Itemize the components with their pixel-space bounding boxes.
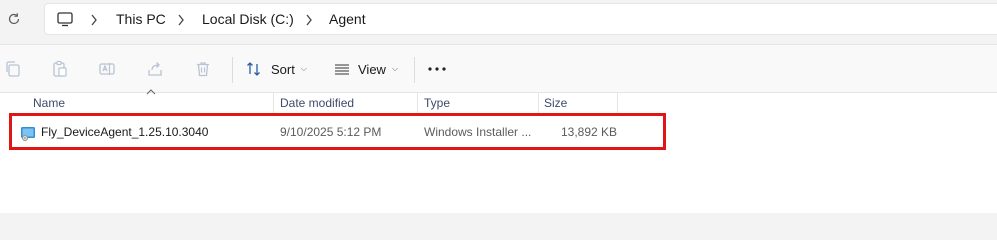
command-bar: Sort ⌵ View ⌵ [0, 44, 997, 93]
column-divider[interactable] [538, 93, 539, 115]
share-icon[interactable] [146, 60, 164, 78]
file-size: 13,892 KB [561, 125, 618, 139]
column-date-modified[interactable]: Date modified [280, 96, 354, 110]
column-divider[interactable] [617, 93, 618, 115]
file-name[interactable]: Fly_DeviceAgent_1.25.10.3040 [41, 125, 208, 139]
this-pc-icon[interactable] [56, 10, 74, 28]
column-size[interactable]: Size [544, 96, 567, 110]
separator [232, 57, 233, 83]
column-name[interactable]: Name [33, 96, 65, 110]
paste-icon[interactable] [51, 60, 69, 78]
column-divider[interactable] [417, 93, 418, 115]
view-button[interactable]: View ⌵ [333, 56, 398, 82]
copy-icon[interactable] [4, 60, 22, 78]
sort-label: Sort [271, 61, 295, 77]
file-list: Name Date modified Type Size Fly_DeviceA… [0, 89, 997, 213]
column-header-row: Name Date modified Type Size [0, 89, 997, 115]
installer-file-icon [21, 127, 35, 141]
chevron-right-icon[interactable] [177, 14, 185, 26]
breadcrumb-agent[interactable]: Agent [329, 11, 366, 27]
file-type: Windows Installer ... [424, 125, 532, 139]
chevron-down-icon: ⌵ [391, 64, 399, 73]
more-icon [428, 67, 446, 71]
sort-ascending-icon [146, 89, 156, 95]
view-icon [335, 64, 349, 75]
chevron-down-icon: ⌵ [300, 64, 307, 73]
sort-icon [247, 62, 260, 76]
column-divider[interactable] [273, 93, 274, 115]
refresh-icon[interactable] [4, 9, 24, 29]
file-row[interactable]: Fly_DeviceAgent_1.25.10.3040 9/10/2025 5… [12, 120, 662, 146]
view-label: View [358, 61, 386, 77]
file-date-modified: 9/10/2025 5:12 PM [280, 125, 382, 139]
chevron-right-icon[interactable] [90, 14, 98, 26]
separator [414, 57, 415, 83]
address-bar: This PC Local Disk (C:) Agent [0, 0, 997, 40]
delete-icon[interactable] [194, 60, 212, 78]
breadcrumb-this-pc[interactable]: This PC [116, 11, 166, 27]
rename-icon[interactable] [98, 60, 116, 78]
breadcrumb-local-disk[interactable]: Local Disk (C:) [202, 11, 294, 27]
more-options-button[interactable] [427, 56, 447, 82]
sort-button[interactable]: Sort ⌵ [245, 56, 307, 82]
breadcrumb[interactable]: This PC Local Disk (C:) Agent [44, 3, 997, 35]
column-type[interactable]: Type [424, 96, 450, 110]
chevron-right-icon[interactable] [305, 14, 313, 26]
